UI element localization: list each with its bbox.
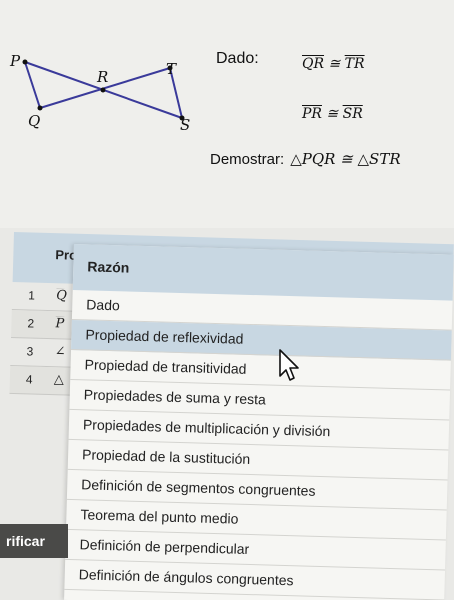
row-number: 4 [25, 372, 33, 387]
problem-area: P R T Q S Dado: QR ≅ TR PR ≅ SR Demostra… [0, 0, 454, 228]
reason-dropdown: Razón Dado Propiedad de reflexividad Pro… [64, 244, 454, 600]
row-number: 3 [26, 344, 34, 359]
prove-statement: Demostrar: △PQR ≅ △STR [210, 150, 401, 168]
label-q: Q [28, 112, 41, 130]
congruent-symbol: ≅ [326, 106, 339, 122]
row-number: 1 [28, 288, 36, 303]
segment-tr-text: TR [344, 56, 365, 72]
point-p [22, 59, 28, 65]
given-statement-2: PR ≅ SR [302, 106, 363, 122]
point-q [37, 105, 43, 111]
segment-pr-text: PR [302, 106, 322, 122]
segment-qr-text: QR [302, 56, 325, 72]
prove-label: Demostrar: [210, 151, 285, 168]
mouse-pointer-icon [279, 349, 299, 381]
segment-pq [24, 61, 41, 109]
prove-triangles: △PQR ≅ △STR [290, 150, 401, 168]
label-r: R [97, 68, 109, 86]
point-r [100, 87, 106, 93]
congruent-symbol: ≅ [328, 56, 341, 72]
label-s: S [180, 116, 191, 134]
given-statement-1: QR ≅ TR [302, 56, 365, 72]
label-t: T [166, 60, 177, 78]
row-number: 2 [27, 316, 35, 331]
verify-button[interactable]: rificar [0, 524, 68, 558]
given-label: Dado: [216, 50, 259, 67]
label-p: P [10, 52, 21, 70]
segment-sr-text: SR [342, 106, 363, 122]
